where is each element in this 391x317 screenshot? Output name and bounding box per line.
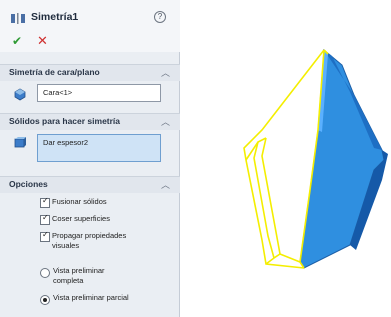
merge-solids-checkbox[interactable]: ✓ <box>40 196 50 208</box>
mirror-feature-icon <box>11 13 25 24</box>
bodies-to-mirror-list[interactable]: Dar espesor2 <box>37 134 161 162</box>
section-header-options[interactable]: Opciones ︿ <box>0 176 180 193</box>
bodies-selection-icon <box>14 137 26 148</box>
propagate-visual-label-2: visuales <box>52 241 80 250</box>
collapse-caret-icon[interactable]: ︿ <box>161 66 170 79</box>
section-header-mirror-face[interactable]: Simetría de cara/plano ︿ <box>0 64 180 81</box>
full-preview-radio[interactable] <box>40 268 50 278</box>
help-icon[interactable]: ? <box>154 11 166 23</box>
solid-body <box>299 48 388 269</box>
collapse-caret-icon[interactable]: ︿ <box>161 115 170 128</box>
partial-preview-label: Vista preliminar parcial <box>53 293 129 302</box>
knit-surfaces-label: Coser superficies <box>52 214 110 223</box>
section-title: Opciones <box>9 179 48 189</box>
merge-solids-label: Fusionar sólidos <box>52 197 107 206</box>
property-manager-panel: Simetría1 ? ✔ ✕ Simetría de cara/plano ︿… <box>0 0 180 317</box>
partial-preview-radio[interactable] <box>40 295 50 305</box>
propagate-visual-label-1: Propagar propiedades <box>52 231 127 240</box>
accept-button[interactable]: ✔ <box>12 34 22 48</box>
section-title: Sólidos para hacer simetría <box>9 116 121 126</box>
full-preview-label-2: completa <box>53 276 84 285</box>
propagate-visual-checkbox[interactable]: ✓ <box>40 230 50 242</box>
panel-header: Simetría1 ? ✔ ✕ <box>0 0 180 52</box>
knit-surfaces-checkbox[interactable]: ✓ <box>40 213 50 225</box>
section-title: Simetría de cara/plano <box>9 67 100 77</box>
cancel-button[interactable]: ✕ <box>37 33 48 49</box>
panel-title: Simetría1 <box>31 11 79 23</box>
full-preview-label-1: Vista preliminar <box>53 266 105 275</box>
collapse-caret-icon[interactable]: ︿ <box>161 178 170 191</box>
face-selection-icon <box>14 88 26 101</box>
mirror-preview-model[interactable] <box>232 40 391 290</box>
mirror-face-field[interactable]: Cara<1> <box>37 84 161 102</box>
section-header-bodies[interactable]: Sólidos para hacer simetría ︿ <box>0 113 180 130</box>
